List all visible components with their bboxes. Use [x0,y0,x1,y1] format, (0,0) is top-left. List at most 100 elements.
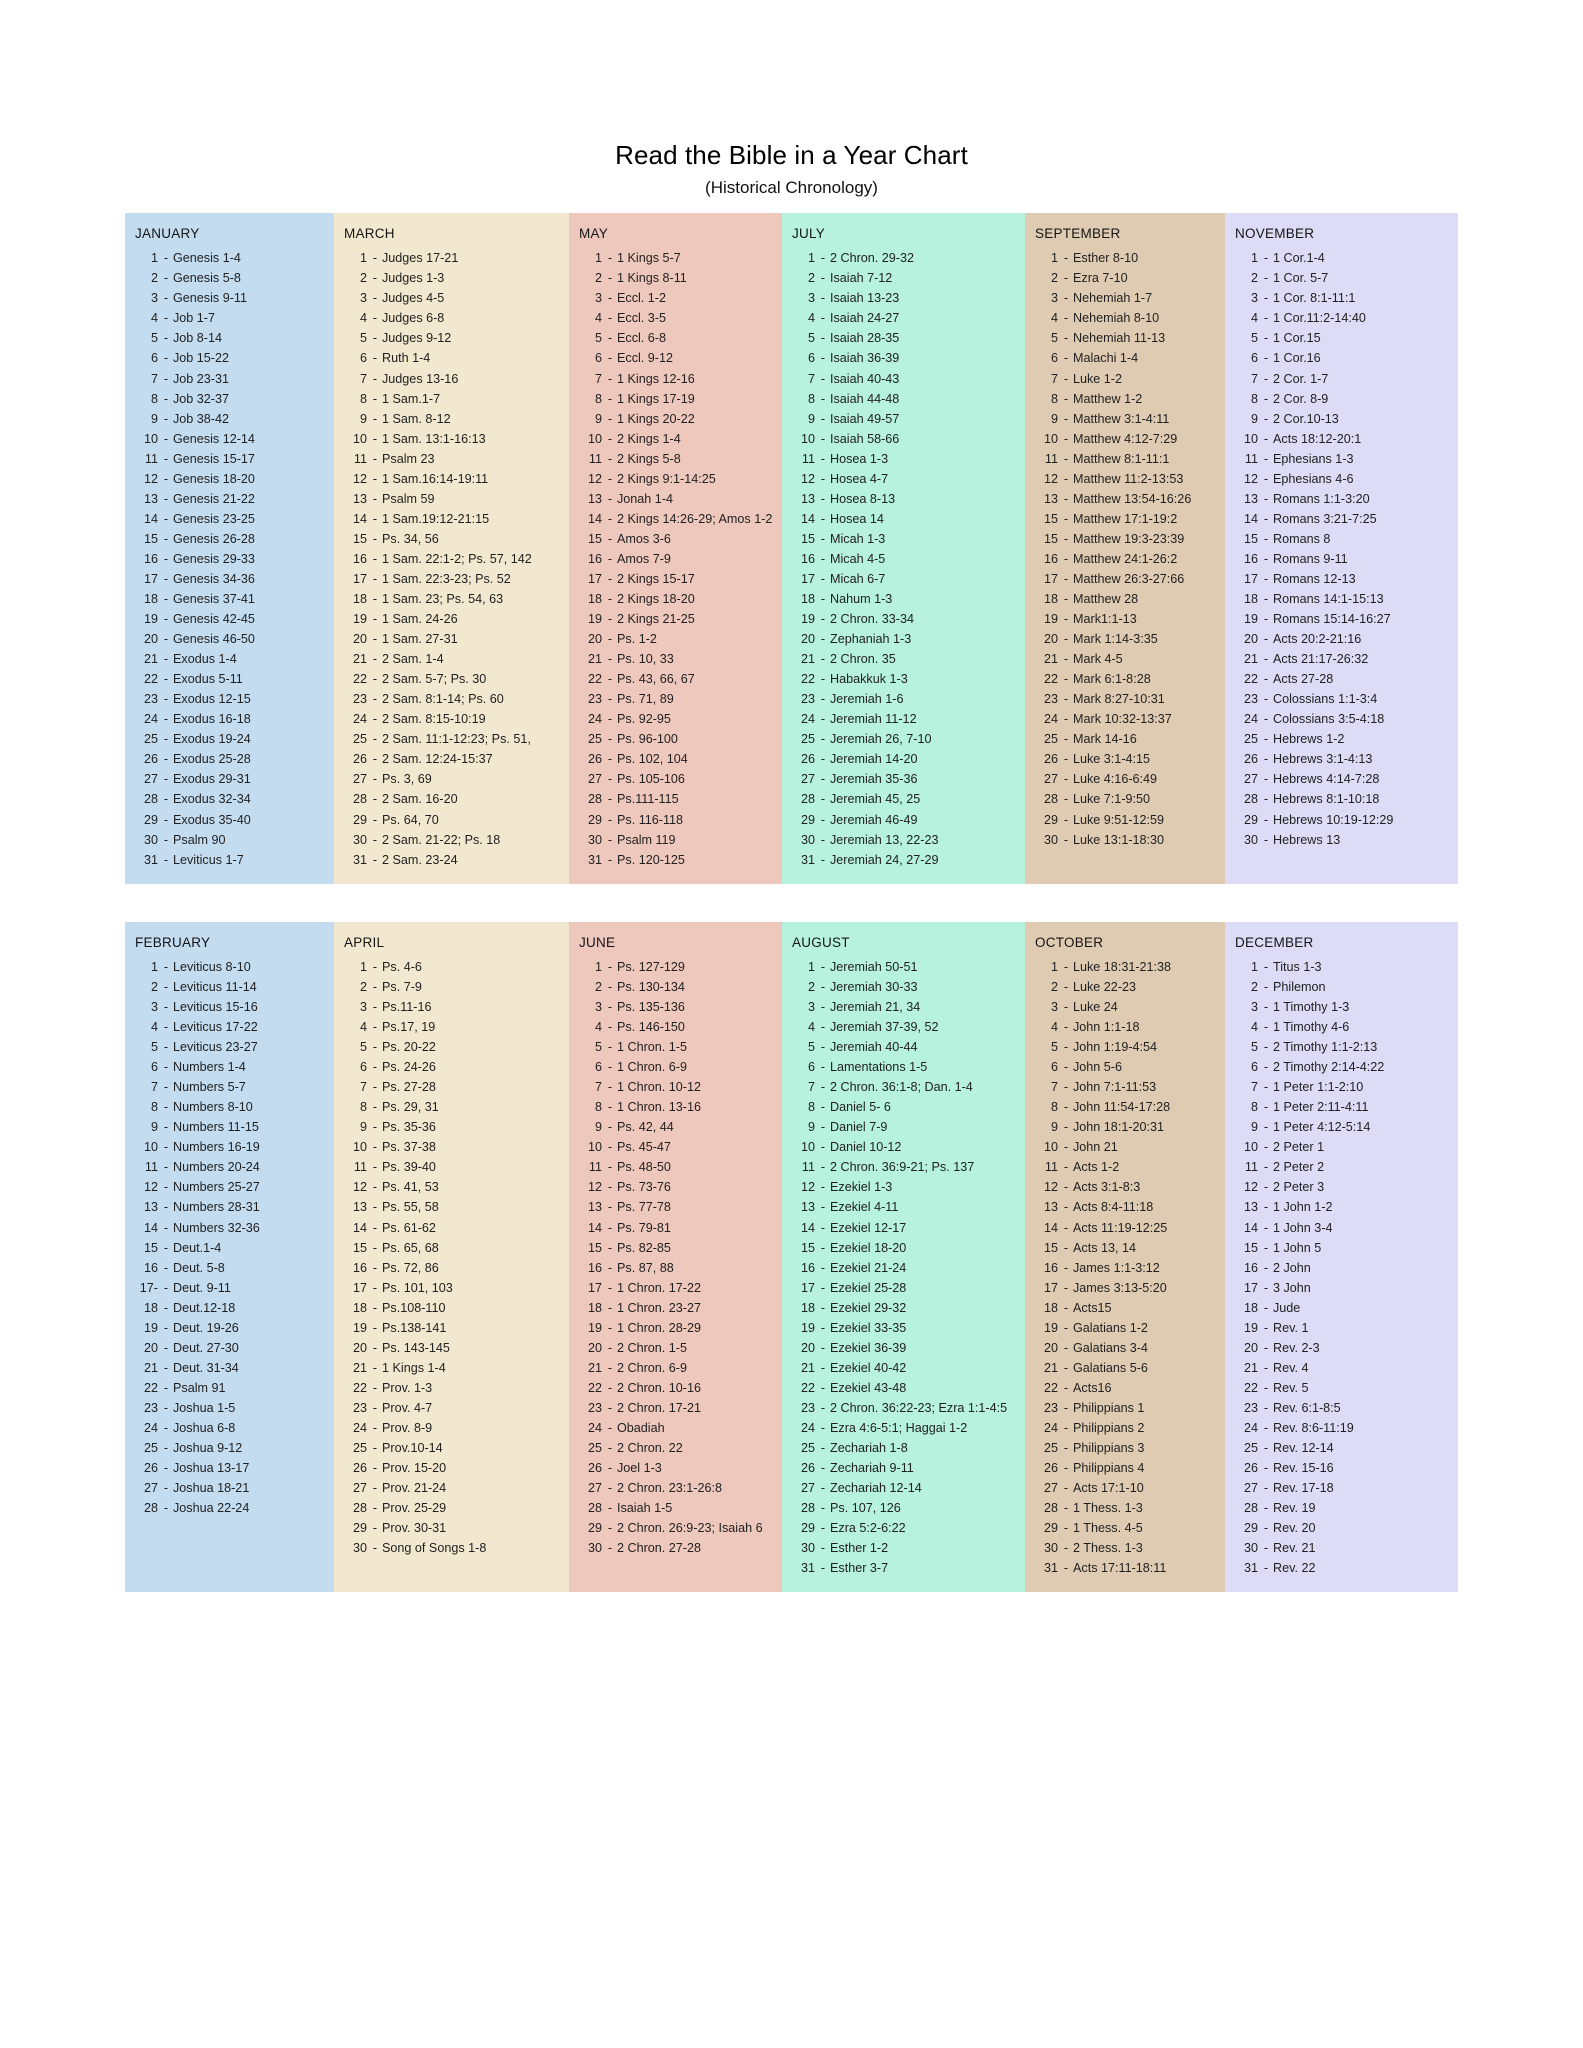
day-separator: - [820,451,826,466]
day-reading-reference: Rev. 12-14 [1273,1441,1334,1456]
month-column-april: APRIL 1- Ps. 4-6 2- Ps. 7-9 3- Ps.11-16 4- Ps.17… [334,921,569,1593]
day-row: 20- Acts 20:2-21:16 [1225,629,1458,649]
day-number: 6 [1250,351,1258,366]
day-reading-reference: Eccl. 3-5 [617,311,666,326]
day-number: 19 [587,612,602,627]
day-reading-reference: Ps. 116-118 [617,812,684,827]
day-row: 12- Genesis 18-20 [125,469,334,489]
day-row: 29- Rev. 20 [1225,1518,1458,1538]
day-row: 8-1 Sam.1-7 [334,389,569,409]
day-row: 20- Genesis 46-50 [125,629,334,649]
day-separator: - [820,632,826,647]
day-separator: - [372,1160,378,1175]
day-reading-reference: Obadiah [617,1420,665,1435]
day-row: 21- Exodus 1-4 [125,649,334,669]
day-reading-reference: Galatians 1-2 [1073,1320,1148,1335]
day-row: 31- Ps. 120-125 [569,850,782,870]
day-row: 10-1 Sam. 13:1-16:13 [334,429,569,449]
day-reading-reference: Isaiah 28-35 [830,331,900,346]
day-number: 19 [1243,612,1258,627]
day-separator: - [1063,1541,1069,1556]
day-number: 31 [800,852,815,867]
day-number: 26 [800,1461,815,1476]
day-reading-reference: 1 Sam.1-7 [382,391,441,406]
day-reading-reference: Esther 1-2 [830,1541,889,1556]
day-row: 8- Isaiah 44-48 [782,389,1025,409]
day-separator: - [607,291,613,306]
day-number: 7 [1050,371,1058,386]
day-row: 9- Numbers 11-15 [125,1117,334,1137]
day-list: 1-1 Cor.1-4 2-1 Cor. 5-7 3-1 Cor. 8:1-11:1… [1225,248,1458,849]
day-number: 28 [352,792,367,807]
day-number: 8 [807,1100,815,1115]
day-row: 14- Numbers 32-36 [125,1218,334,1238]
day-number: 29 [1243,812,1258,827]
day-separator: - [607,1140,613,1155]
day-separator: - [820,712,826,727]
day-row: 21-2 Chron. 6-9 [569,1358,782,1378]
day-reading-reference: Jeremiah 11-12 [830,712,917,727]
day-separator: - [820,311,826,326]
day-number: 26 [800,752,815,767]
day-reading-reference: Judges 9-12 [382,331,452,346]
day-reading-reference: Song of Songs 1-8 [382,1541,487,1556]
day-row: 25- Rev. 12-14 [1225,1438,1458,1458]
day-separator: - [1063,1140,1069,1155]
day-number: 2 [1250,271,1258,286]
day-number: 30 [1043,832,1058,847]
day-reading-reference: Daniel 10-12 [830,1140,902,1155]
day-separator: - [372,1340,378,1355]
day-separator: - [1063,979,1069,994]
day-reading-reference: 1 Cor.15 [1273,331,1321,346]
day-separator: - [163,1481,169,1496]
day-separator: - [1263,371,1269,386]
day-separator: - [1063,772,1069,787]
day-reading-reference: Philippians 2 [1073,1420,1145,1435]
day-separator: - [1063,291,1069,306]
day-reading-reference: Job 32-37 [173,391,230,406]
day-separator: - [1063,551,1069,566]
day-number: 28 [352,1501,367,1516]
day-number: 20 [352,1340,367,1355]
day-number: 7 [1250,1080,1258,1095]
day-reading-reference: Ps. 64, 70 [382,812,439,827]
day-row: 15- Matthew 17:1-19:2 [1025,509,1225,529]
day-reading-reference: Numbers 32-36 [173,1220,260,1235]
day-row: 16- Matthew 24:1-26:2 [1025,549,1225,569]
day-number: 6 [594,1060,602,1075]
day-separator: - [607,1040,613,1055]
day-row: 29- Ezra 5:2-6:22 [782,1518,1025,1538]
day-number: 8 [1250,391,1258,406]
day-row: 23-2 Chron. 36:22-23; Ezra 1:1-4:5 [782,1398,1025,1418]
day-number: 19 [1043,612,1058,627]
day-number: 12 [352,471,367,486]
day-separator: - [372,732,378,747]
day-separator: - [1263,1100,1269,1115]
day-row: 15- Amos 3-6 [569,529,782,549]
day-number: 13 [1043,491,1058,506]
day-row: 29-1 Thess. 4-5 [1025,1518,1225,1538]
day-separator: - [820,511,826,526]
day-row: 8-1 Chron. 13-16 [569,1097,782,1117]
day-row: 3- Ps. 135-136 [569,997,782,1017]
day-separator: - [820,371,826,386]
day-reading-reference: Ephesians 4-6 [1273,471,1354,486]
day-reading-reference: Deut. 31-34 [173,1360,239,1375]
day-separator: - [1263,1420,1269,1435]
day-separator: - [607,652,613,667]
day-separator: - [1263,1060,1269,1075]
day-number: 3 [359,291,367,306]
day-reading-reference: Ps. 3, 69 [382,772,432,787]
day-number: 28 [800,792,815,807]
day-reading-reference: Ps. 61-62 [382,1220,436,1235]
day-number: 1 [807,251,815,266]
day-separator: - [607,571,613,586]
day-number: 16 [1243,551,1258,566]
day-reading-reference: Galatians 5-6 [1073,1360,1148,1375]
day-separator: - [1263,979,1269,994]
day-row: 17- Micah 6-7 [782,569,1025,589]
day-separator: - [163,1320,169,1335]
day-reading-reference: Rev. 15-16 [1273,1461,1334,1476]
day-row: 18-1 Sam. 23; Ps. 54, 63 [334,589,569,609]
day-row: 29- Luke 9:51-12:59 [1025,810,1225,830]
